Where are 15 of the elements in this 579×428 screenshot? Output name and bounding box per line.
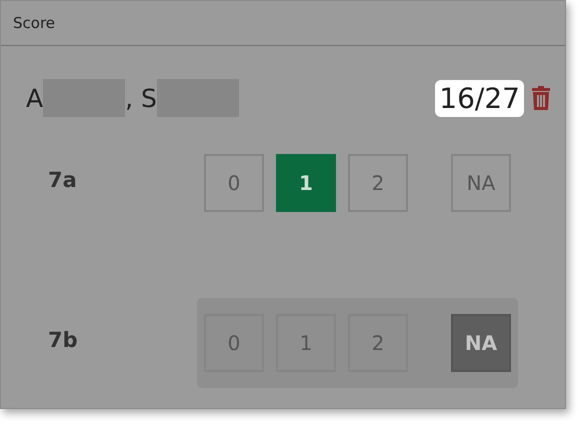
score-option[interactable]: 0 [204,154,264,212]
trash-icon[interactable] [531,86,551,110]
score-option[interactable]: 1 [276,314,336,372]
item-label: 7b [47,327,79,352]
score-option[interactable]: 1 [276,154,336,212]
score-badge: 16/27 [435,80,524,116]
score-option[interactable]: NA [451,314,511,372]
student-name: , S [125,84,157,112]
score-option[interactable]: 2 [348,154,408,212]
score-option[interactable]: 0 [204,314,264,372]
score-option[interactable]: NA [451,154,511,212]
student-name: A [26,84,44,112]
score-option[interactable]: 2 [348,314,408,372]
window-title: Score [13,14,56,32]
item-label: 7a [47,167,78,192]
